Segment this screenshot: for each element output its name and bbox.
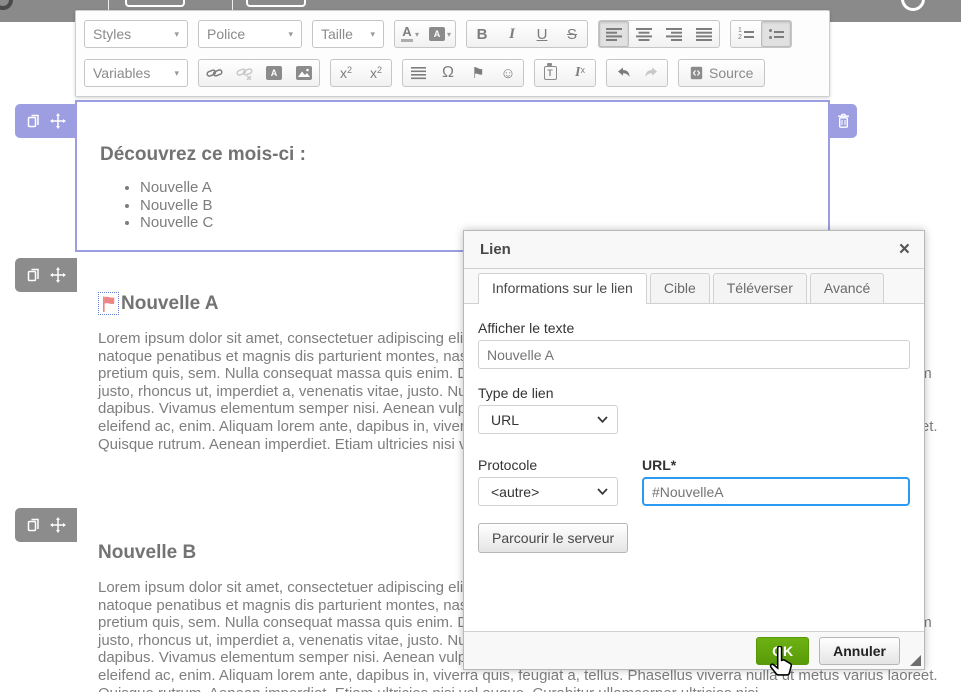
delete-block-button[interactable] <box>830 104 857 138</box>
undo-button[interactable] <box>607 60 637 86</box>
superscript-button[interactable]: x2 <box>361 60 391 86</box>
move-icon[interactable] <box>50 267 66 283</box>
text-color-button[interactable]: A ▾ <box>395 21 425 47</box>
url-label: URL* <box>642 457 910 473</box>
bullet-list-button[interactable] <box>761 21 791 47</box>
dialog-titlebar[interactable]: Lien × <box>464 231 924 269</box>
numbered-list-button[interactable]: 12 <box>731 21 761 47</box>
tab-advanced[interactable]: Avancé <box>810 273 884 303</box>
chevron-down-icon <box>597 488 608 495</box>
anchor-flag-icon[interactable] <box>98 292 119 315</box>
chevron-down-icon: ▾ <box>415 30 419 39</box>
news-link-list: Nouvelle A Nouvelle B Nouvelle C <box>100 179 828 232</box>
align-center-button[interactable] <box>629 21 659 47</box>
copy-icon[interactable] <box>26 267 41 283</box>
horizontal-rule-button[interactable] <box>403 60 433 86</box>
display-text-input[interactable] <box>478 340 910 369</box>
list-item[interactable]: Nouvelle B <box>140 197 828 215</box>
toolbar-row-1: Styles ▾ Police ▾ Taille ▾ A ▾ A ▾ B I U… <box>84 17 821 51</box>
dialog-resize-handle[interactable] <box>910 655 921 666</box>
chevron-down-icon: ▾ <box>447 30 451 39</box>
justify-button[interactable] <box>689 21 719 47</box>
source-button[interactable]: Source <box>679 60 764 86</box>
mouse-cursor-hand <box>766 646 792 681</box>
section-heading: Nouvelle A <box>121 293 219 315</box>
chevron-down-icon: ▾ <box>370 29 375 40</box>
cancel-button[interactable]: Annuler <box>819 637 900 665</box>
redo-button[interactable] <box>637 60 667 86</box>
source-button-group: Source <box>678 59 765 87</box>
bold-button[interactable]: B <box>467 21 497 47</box>
block-handle-nouvelle-b[interactable] <box>15 508 77 542</box>
variables-dropdown[interactable]: Variables ▾ <box>84 59 188 87</box>
chevron-down-icon <box>597 416 608 423</box>
strikethrough-button[interactable]: S <box>557 21 587 47</box>
url-input[interactable] <box>642 477 910 506</box>
app-logo <box>0 0 13 10</box>
protocol-label: Protocole <box>478 457 618 473</box>
protocol-select[interactable]: <autre> <box>478 477 618 506</box>
insert-button-group: Ω ⚑ ☺ <box>402 59 524 87</box>
close-icon[interactable]: × <box>899 240 910 259</box>
header-separator <box>232 0 233 10</box>
dialog-body: Afficher le texte Type de lien URL Proto… <box>464 304 924 553</box>
alignment-button-group <box>598 20 720 48</box>
copy-icon[interactable] <box>26 517 41 533</box>
link-type-label: Type de lien <box>478 385 910 401</box>
underline-button[interactable]: U <box>527 21 557 47</box>
remove-format-button[interactable]: Ix <box>565 60 595 86</box>
image-button[interactable] <box>289 60 319 86</box>
trash-icon <box>837 113 850 129</box>
flag-button[interactable]: ⚑ <box>463 60 493 86</box>
anchor-button[interactable]: A <box>259 60 289 86</box>
link-type-select[interactable]: URL <box>478 405 618 434</box>
chevron-down-icon: ▾ <box>174 68 179 79</box>
header-separator <box>108 0 109 10</box>
styles-dropdown[interactable]: Styles ▾ <box>84 20 188 48</box>
link-button-group: A <box>198 59 320 87</box>
dialog-title: Lien <box>480 241 511 258</box>
size-dropdown[interactable]: Taille ▾ <box>312 20 384 48</box>
font-dropdown[interactable]: Police ▾ <box>198 20 302 48</box>
header-help-circle-icon[interactable] <box>901 0 925 11</box>
align-right-button[interactable] <box>659 21 689 47</box>
chevron-down-icon: ▾ <box>288 29 293 40</box>
clipboard-button-group: T Ix <box>534 59 596 87</box>
script-button-group: x2 x2 <box>330 59 392 87</box>
dialog-footer: OK Annuler <box>464 631 924 669</box>
link-dialog: Lien × Informations sur le lien Cible Té… <box>463 230 925 670</box>
intro-heading: Découvrez ce mois-ci : <box>100 144 828 166</box>
subscript-button[interactable]: x2 <box>331 60 361 86</box>
block-handle-intro[interactable] <box>15 104 77 138</box>
list-item[interactable]: Nouvelle A <box>140 179 828 197</box>
header-button-partial[interactable] <box>246 0 306 7</box>
header-button-partial[interactable] <box>125 0 185 7</box>
list-item[interactable]: Nouvelle C <box>140 214 828 232</box>
special-char-button[interactable]: Ω <box>433 60 463 86</box>
editor-toolbar: Styles ▾ Police ▾ Taille ▾ A ▾ A ▾ B I U… <box>75 10 830 97</box>
move-icon[interactable] <box>50 517 66 533</box>
display-text-label: Afficher le texte <box>478 320 910 336</box>
list-button-group: 12 <box>730 20 792 48</box>
color-button-group: A ▾ A ▾ <box>394 20 456 48</box>
toolbar-row-2: Variables ▾ A <box>84 56 821 90</box>
tab-target[interactable]: Cible <box>650 273 710 303</box>
basicstyles-button-group: B I U S <box>466 20 588 48</box>
block-handle-nouvelle-a[interactable] <box>15 258 77 292</box>
tab-upload[interactable]: Téléverser <box>713 273 807 303</box>
undo-button-group <box>606 59 668 87</box>
smiley-button[interactable]: ☺ <box>493 60 523 86</box>
dialog-tab-strip: Informations sur le lien Cible Téléverse… <box>464 269 924 304</box>
italic-button[interactable]: I <box>497 21 527 47</box>
link-button[interactable] <box>199 60 229 86</box>
unlink-button[interactable] <box>229 60 259 86</box>
chevron-down-icon: ▾ <box>174 29 179 40</box>
copy-icon[interactable] <box>26 113 41 129</box>
tab-link-info[interactable]: Informations sur le lien <box>478 273 647 304</box>
browse-server-button[interactable]: Parcourir le serveur <box>478 523 628 553</box>
paste-text-button[interactable]: T <box>535 60 565 86</box>
align-left-button[interactable] <box>599 21 629 47</box>
background-color-button[interactable]: A ▾ <box>425 21 455 47</box>
move-icon[interactable] <box>50 113 66 129</box>
